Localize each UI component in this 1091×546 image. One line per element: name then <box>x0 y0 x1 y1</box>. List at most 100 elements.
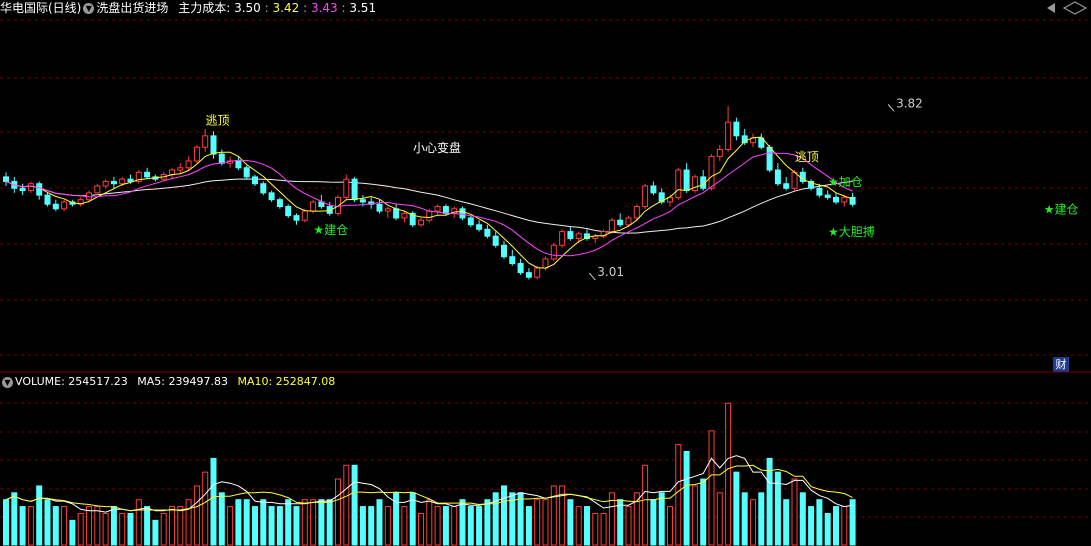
candle-body <box>94 185 101 194</box>
volume-bar <box>534 499 541 546</box>
volume-bar <box>293 506 300 546</box>
volume-bar <box>575 506 582 546</box>
candle-body <box>193 146 200 162</box>
volume-bar <box>401 506 408 546</box>
volume-bar <box>799 492 806 546</box>
volume-bar <box>567 499 574 546</box>
volume-bar <box>52 506 59 546</box>
annotation-label: 小心变盘 <box>413 140 461 155</box>
candle-body <box>509 256 516 265</box>
candle-body <box>260 183 267 194</box>
volume-bar <box>94 506 101 546</box>
candle-body <box>650 185 657 194</box>
volume-bar <box>19 506 26 546</box>
candle-body <box>716 149 723 157</box>
candle-body <box>285 206 292 217</box>
candle-body <box>725 121 732 151</box>
candle-body <box>210 135 217 155</box>
candle-body <box>418 219 424 226</box>
annotation-label: ★大胆搏 <box>828 225 875 239</box>
volume-bar <box>733 471 740 546</box>
volume-bar <box>218 492 225 546</box>
volume-bar <box>691 485 698 546</box>
volume-bar <box>384 506 391 546</box>
kline-chart[interactable]: 逃顶小心变盘★建仓3.01逃顶3.82★加仓★大胆搏★建仓 <box>0 0 1091 546</box>
volume-bar <box>750 499 756 546</box>
volume-bar <box>160 512 167 546</box>
volume-bar <box>459 499 466 546</box>
candle-body <box>44 194 51 205</box>
ma-slow-line <box>5 178 853 234</box>
volume-bar <box>393 492 400 546</box>
volume-bar <box>268 506 275 546</box>
candle-body <box>110 180 117 185</box>
candle-body <box>774 169 781 185</box>
candle-body <box>268 192 275 201</box>
volume-bar <box>285 499 292 546</box>
volume-bar <box>318 499 325 546</box>
ma-mid-line <box>5 152 853 257</box>
candle-body <box>3 176 9 182</box>
annotation-label: ★加仓 <box>828 175 863 189</box>
volume-bar <box>110 506 117 546</box>
volume-bar <box>758 492 765 546</box>
volume-bar <box>144 506 151 546</box>
candle-body <box>841 196 848 203</box>
ma-lines <box>5 136 853 269</box>
candle-body <box>102 180 109 187</box>
volume-bar <box>700 478 707 546</box>
ma-slow-line <box>5 178 853 234</box>
volume-bar <box>683 450 690 546</box>
volume-bar <box>169 506 175 546</box>
candle-body <box>708 155 715 189</box>
candle-body <box>617 219 624 226</box>
annotation-label: 3.82 <box>896 96 923 110</box>
candle-body <box>633 206 640 219</box>
volume-bar <box>525 506 532 546</box>
annotation-label: ★建仓 <box>313 223 348 237</box>
volume-bar <box>77 512 84 546</box>
candle-body <box>575 233 582 239</box>
candle-body <box>642 185 649 208</box>
candle-body <box>459 208 466 219</box>
volume-bar <box>442 506 449 546</box>
candle-body <box>675 169 682 198</box>
volume-bar <box>716 492 723 546</box>
volume-bars <box>3 402 856 546</box>
volume-bar <box>210 457 217 546</box>
candle-body <box>351 178 358 201</box>
candle-body <box>484 228 491 237</box>
candle-body <box>393 208 400 219</box>
volume-bar <box>227 506 234 546</box>
volume-bar <box>359 506 366 546</box>
volume-bar <box>260 499 267 546</box>
annotation-arrow <box>887 104 895 112</box>
volume-bar <box>177 506 184 546</box>
volume-bar <box>235 499 242 546</box>
ma-fast-line <box>5 136 853 269</box>
candle-body <box>542 258 549 269</box>
candle-body <box>525 272 532 278</box>
volume-bar <box>243 499 250 546</box>
candle-body <box>534 267 541 278</box>
candle-body <box>293 215 300 221</box>
candle-body <box>625 217 632 226</box>
annotation-label: ★建仓 <box>1044 202 1079 216</box>
candle-body <box>36 183 43 196</box>
volume-bar <box>36 485 43 546</box>
annotation-label: 3.01 <box>597 265 624 279</box>
volume-bar <box>368 506 375 546</box>
volume-bar <box>252 506 258 546</box>
candle-body <box>426 210 433 221</box>
candle-body <box>202 135 209 148</box>
volume-bar <box>675 444 682 546</box>
candle-body <box>218 153 225 164</box>
volume-bar <box>783 499 790 546</box>
candle-body <box>683 169 690 192</box>
volume-bar <box>741 492 748 546</box>
volume-bar <box>69 519 76 546</box>
volume-bar <box>27 506 34 546</box>
volume-bar <box>791 478 798 546</box>
volume-bar <box>550 485 557 546</box>
volume-bar <box>833 506 839 546</box>
